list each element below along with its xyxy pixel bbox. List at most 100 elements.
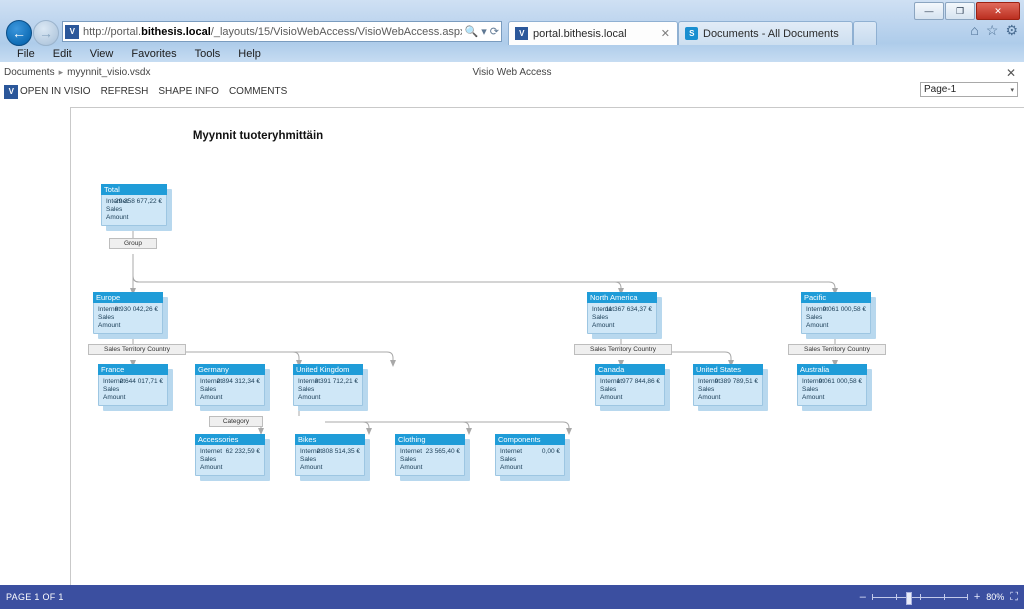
zoom-in-button[interactable]: + <box>974 591 980 603</box>
node-components[interactable]: Components Internet Sales Amount 0,00 € <box>495 434 570 481</box>
tab-portal-bithesis-local[interactable]: V portal.bithesis.local ✕ <box>508 21 678 45</box>
zoom-out-button[interactable]: – <box>860 591 866 603</box>
new-tab-button[interactable] <box>853 21 877 45</box>
zoom-slider-thumb[interactable] <box>905 592 912 605</box>
node-title: North America <box>587 292 657 303</box>
webpart-title: Visio Web Access <box>472 67 552 78</box>
diagram-canvas[interactable]: Myynnit tuoteryhmittäin Total Internet S… <box>0 104 1024 585</box>
visio-favicon-icon: V <box>65 24 79 39</box>
back-arrow-icon: ← <box>12 25 26 41</box>
node-value: 2 644 017,71 € <box>119 378 163 385</box>
menu-view[interactable]: View <box>81 48 123 60</box>
tab-label: portal.bithesis.local <box>533 27 627 40</box>
zoom-slider-tick <box>966 594 968 600</box>
node-north-america[interactable]: North America Internet Sales Amount 11 3… <box>587 292 662 339</box>
visio-toolbar: V OPEN IN VISIO REFRESH SHAPE INFO COMME… <box>4 84 297 99</box>
node-value: 9 061 000,58 € <box>818 378 862 385</box>
shape-info-button[interactable]: SHAPE INFO <box>158 84 229 99</box>
zoom-slider-tick <box>871 594 873 600</box>
connector-label-sales-territory-country-north-america: Sales Territory Country <box>574 344 672 355</box>
node-value: 9 389 789,51 € <box>714 378 758 385</box>
node-france[interactable]: France Internet Sales Amount 2 644 017,7… <box>98 364 173 411</box>
browser-tabs: V portal.bithesis.local ✕ S Documents - … <box>508 19 877 45</box>
forward-button[interactable]: → <box>33 20 59 46</box>
node-title: Clothing <box>395 434 465 445</box>
browser-chrome: — ❐ ✕ ← → V http://portal.bithesis.local… <box>0 0 1024 63</box>
node-pacific[interactable]: Pacific Internet Sales Amount 9 061 000,… <box>801 292 876 339</box>
node-value: 62 232,59 € <box>225 448 260 455</box>
maximize-button[interactable]: ❐ <box>945 2 975 20</box>
refresh-icon[interactable]: ⟳ <box>490 25 499 38</box>
search-icon[interactable]: 🔍 <box>465 25 479 38</box>
status-bar: PAGE 1 OF 1 – + 80% ⛶ <box>0 585 1024 609</box>
node-value: 23 565,40 € <box>425 448 460 455</box>
address-domain: bithesis.local <box>141 25 211 38</box>
back-button[interactable]: ← <box>6 20 32 46</box>
node-value: 3 391 712,21 € <box>314 378 358 385</box>
node-value: 2 894 312,34 € <box>216 378 260 385</box>
application-window: — ❐ ✕ ← → V http://portal.bithesis.local… <box>0 0 1024 609</box>
address-bar[interactable]: V http://portal.bithesis.local/_layouts/… <box>62 21 502 42</box>
chevron-down-icon[interactable]: ▾ <box>481 25 487 38</box>
connector-label-sales-territory-country-pacific: Sales Territory Country <box>788 344 886 355</box>
node-europe[interactable]: Europe Internet Sales Amount 8 930 042,2… <box>93 292 168 339</box>
connector-label-category: Category <box>209 416 263 427</box>
open-in-visio-button[interactable]: OPEN IN VISIO <box>20 84 101 99</box>
favorites-star-icon[interactable]: ☆ <box>986 23 999 37</box>
close-window-button[interactable]: ✕ <box>976 2 1020 20</box>
connector-group-north-america <box>132 254 624 295</box>
node-title: Accessories <box>195 434 265 445</box>
node-australia[interactable]: Australia Internet Sales Amount 9 061 00… <box>797 364 872 411</box>
node-value: 9 061 000,58 € <box>822 306 866 313</box>
refresh-button[interactable]: REFRESH <box>101 84 159 99</box>
menu-tools[interactable]: Tools <box>186 48 230 60</box>
sharepoint-tab-favicon-icon: S <box>685 27 698 40</box>
connector-label-sales-territory-country-europe: Sales Territory Country <box>88 344 186 355</box>
zoom-slider[interactable] <box>871 591 968 605</box>
zoom-slider-tick <box>895 594 897 600</box>
webpart-close-icon[interactable]: ✕ <box>1006 66 1016 80</box>
node-united-kingdom[interactable]: United Kingdom Internet Sales Amount 3 3… <box>293 364 368 411</box>
node-title: United States <box>693 364 763 375</box>
menu-help[interactable]: Help <box>229 48 270 60</box>
zoom-level-label: 80% <box>986 592 1005 602</box>
tab-close-icon[interactable]: ✕ <box>661 27 670 40</box>
fullscreen-icon[interactable]: ⛶ <box>1010 591 1018 604</box>
menu-favorites[interactable]: Favorites <box>122 48 185 60</box>
address-prefix: http://portal. <box>83 25 142 38</box>
node-title: Europe <box>93 292 163 303</box>
tab-documents-all-documents[interactable]: S Documents - All Documents <box>678 21 853 45</box>
connector-label-group: Group <box>109 238 157 249</box>
zoom-slider-tick <box>919 594 921 600</box>
menu-edit[interactable]: Edit <box>44 48 81 60</box>
node-title: Bikes <box>295 434 365 445</box>
diagram-title: Myynnit tuoteryhmittäin <box>192 130 324 142</box>
connector-category-components <box>325 421 572 435</box>
node-value: 1 977 844,86 € <box>616 378 660 385</box>
connector-group-pacific <box>132 254 838 295</box>
comments-button[interactable]: COMMENTS <box>229 84 297 99</box>
browser-menu-bar: File Edit View Favorites Tools Help <box>0 45 1024 62</box>
node-title: Components <box>495 434 565 445</box>
visio-tab-favicon-icon: V <box>515 27 528 40</box>
tab-label: Documents - All Documents <box>703 27 839 40</box>
node-value: 11 367 634,37 € <box>605 306 652 313</box>
menu-file[interactable]: File <box>8 48 44 60</box>
node-title: United Kingdom <box>293 364 363 375</box>
node-accessories[interactable]: Accessories Internet Sales Amount 62 232… <box>195 434 270 481</box>
gear-icon[interactable]: ⚙ <box>1005 23 1018 37</box>
node-value: 8 930 042,26 € <box>114 306 158 313</box>
node-clothing[interactable]: Clothing Internet Sales Amount 23 565,40… <box>395 434 470 481</box>
minimize-button[interactable]: — <box>914 2 944 20</box>
node-germany[interactable]: Germany Internet Sales Amount 2 894 312,… <box>195 364 270 411</box>
node-total[interactable]: Total Internet Sales Amount 29 358 677,2… <box>101 184 172 231</box>
diagram-page: Myynnit tuoteryhmittäin Total Internet S… <box>70 107 1024 585</box>
zoom-slider-tick <box>943 594 945 600</box>
node-canada[interactable]: Canada Internet Sales Amount 1 977 844,8… <box>595 364 670 411</box>
home-icon[interactable]: ⌂ <box>970 23 978 37</box>
page-selector-dropdown[interactable]: Page-1 ▾ <box>920 82 1018 97</box>
node-united-states[interactable]: United States Internet Sales Amount 9 38… <box>693 364 768 411</box>
node-title: Australia <box>797 364 867 375</box>
address-bar-icons: 🔍 ▾ ⟳ <box>462 25 499 38</box>
node-bikes[interactable]: Bikes Internet Sales Amount 2 808 514,35… <box>295 434 370 481</box>
